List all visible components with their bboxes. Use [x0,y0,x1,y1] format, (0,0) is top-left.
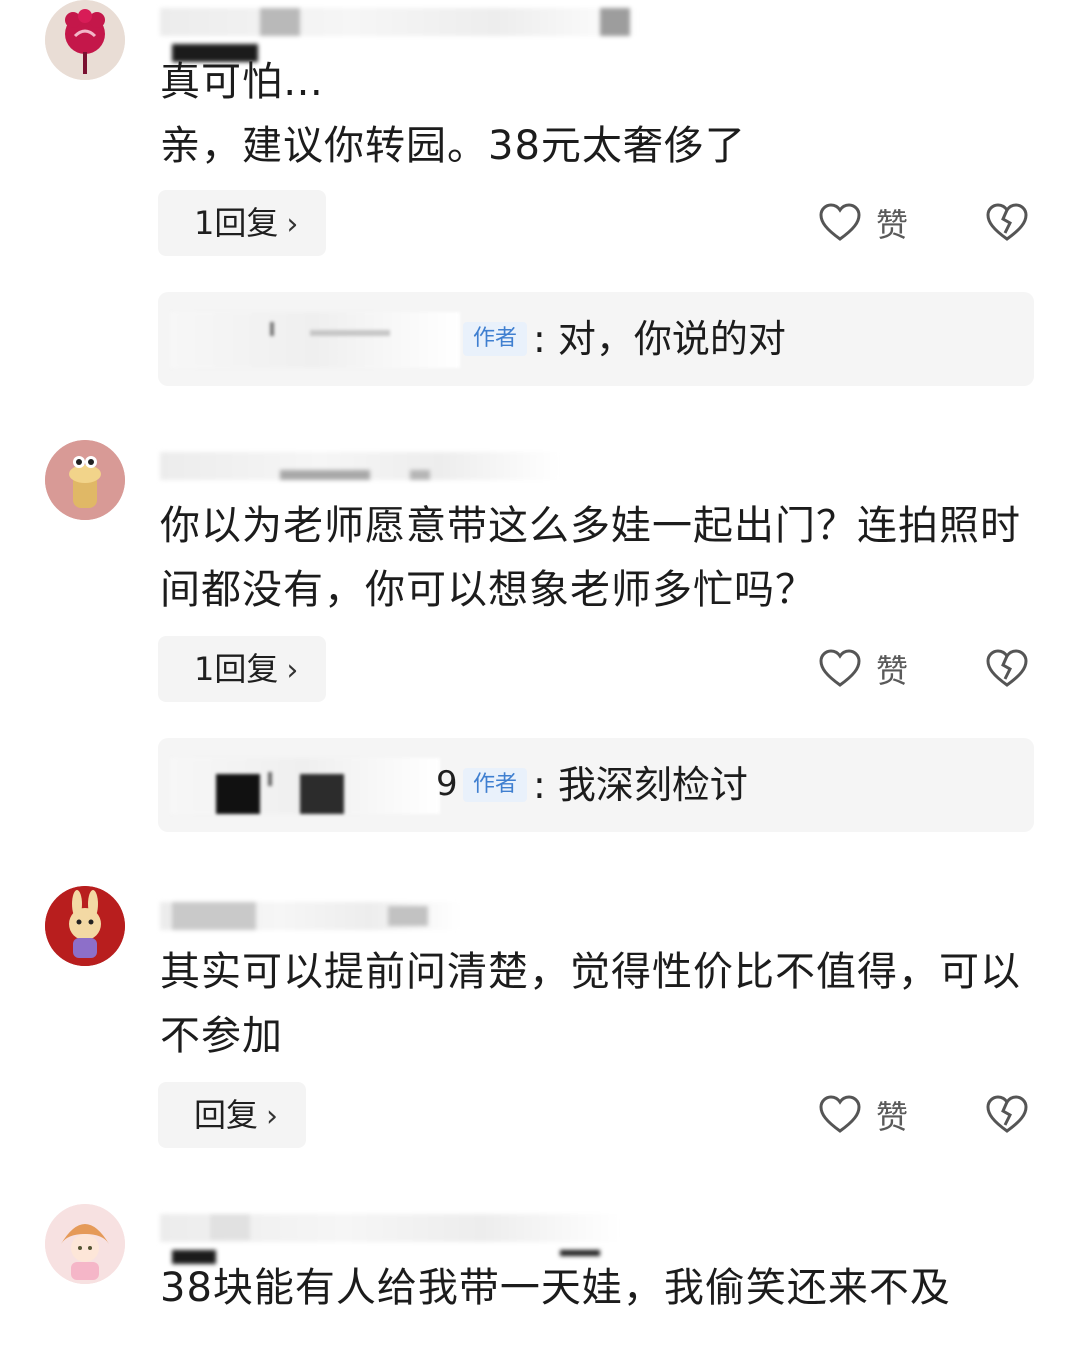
broken-heart-icon[interactable] [985,647,1029,691]
comment-text: 其实可以提前问清楚，觉得性价比不值得，可以不参加 [160,949,1021,1059]
replies-button[interactable]: 回复 › [158,1082,307,1148]
replies-button[interactable]: 1回复 › [158,190,327,256]
heart-outline-icon [819,1095,861,1133]
reply-username-redacted [170,312,460,368]
reply-username-redacted [170,758,440,814]
like-button[interactable]: 赞 [818,190,908,256]
replies-button[interactable]: 1回复 › [158,636,327,702]
heart-outline-icon [819,203,861,241]
like-button[interactable]: 赞 [818,1082,908,1148]
rabbit-avatar-icon [45,886,125,966]
avatar[interactable] [45,1204,125,1284]
comment-text: 38块能有人给我带一天娃，我偷笑还来不及 [160,1265,951,1311]
avatar[interactable] [45,0,125,80]
reply-label: 回复 [194,1096,259,1134]
chevron-right-icon: › [286,207,299,242]
cartoon-avatar-icon [45,440,125,520]
author-reply[interactable]: 作者 : 对，你说的对 [158,292,1034,386]
like-button[interactable]: 赞 [818,636,908,702]
avatar[interactable] [45,886,125,966]
like-label: 赞 [876,652,909,690]
comment-text: 你以为老师愿意带这么多娃一起出门？连拍照时间都没有，你可以想象老师多忙吗？ [160,503,1021,613]
like-label: 赞 [876,206,909,244]
chevron-right-icon: › [266,1099,279,1134]
flower-avatar-icon [45,0,125,80]
broken-heart-icon[interactable] [985,1093,1029,1137]
author-reply[interactable]: 9 作者 : 我深刻检讨 [158,738,1034,832]
username-redacted [160,452,560,480]
like-label: 赞 [876,1098,909,1136]
avatar[interactable] [45,440,125,520]
author-reply-text: : 对，你说的对 [533,317,786,361]
username-redacted [160,902,460,930]
username-redacted [160,8,640,62]
anime-girl-avatar-icon [45,1204,125,1284]
reply-username-suffix: 9 [436,764,458,804]
replies-count-label: 1回复 [194,204,279,242]
replies-count-label: 1回复 [194,650,279,688]
author-tag: 作者 [463,768,527,802]
heart-outline-icon [819,649,861,687]
author-tag: 作者 [463,322,527,356]
username-redacted [160,1214,620,1264]
author-reply-text: : 我深刻检讨 [533,763,748,807]
chevron-right-icon: › [286,653,299,688]
comment-text: 真可怕… 亲，建议你转园。38元太奢侈了 [160,59,746,169]
broken-heart-icon[interactable] [985,201,1029,245]
